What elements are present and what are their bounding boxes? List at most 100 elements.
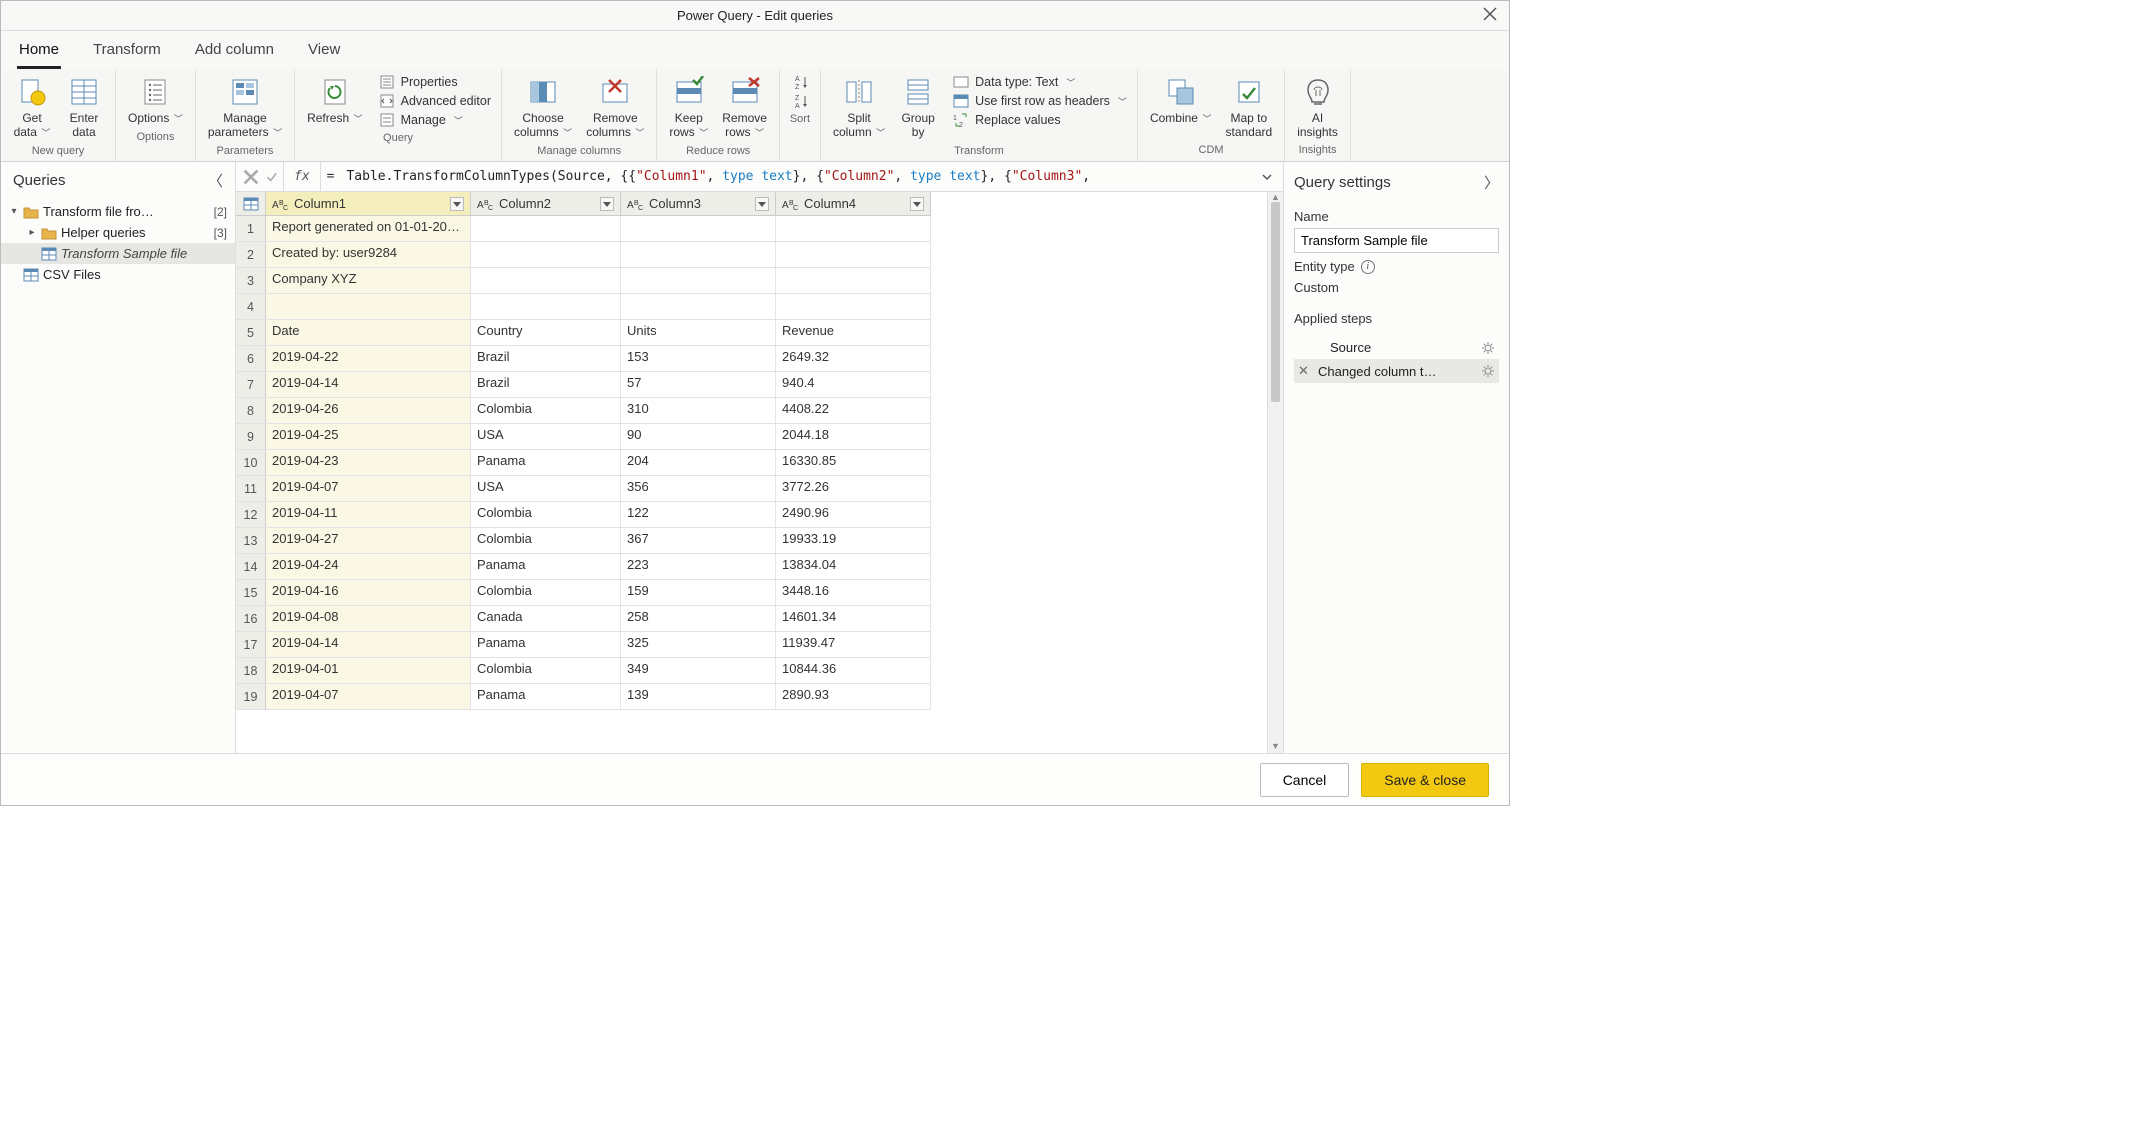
- table-row[interactable]: 112019-04-07USA3563772.26: [236, 476, 931, 502]
- row-number[interactable]: 18: [236, 658, 266, 683]
- type-text-icon[interactable]: ABC: [272, 197, 290, 211]
- query-name-input[interactable]: [1294, 228, 1499, 253]
- cell[interactable]: Panama: [471, 632, 621, 657]
- cell[interactable]: Colombia: [471, 580, 621, 605]
- column-header-column3[interactable]: ABCColumn3: [621, 192, 776, 215]
- cell[interactable]: 2044.18: [776, 424, 931, 449]
- table-row[interactable]: 172019-04-14Panama32511939.47: [236, 632, 931, 658]
- expand-icon[interactable]: ▸: [27, 227, 37, 238]
- table-row[interactable]: 192019-04-07Panama1392890.93: [236, 684, 931, 710]
- tab-add-column[interactable]: Add column: [193, 37, 276, 69]
- cell[interactable]: USA: [471, 424, 621, 449]
- row-number[interactable]: 8: [236, 398, 266, 423]
- cell[interactable]: [471, 268, 621, 293]
- manage-query-button[interactable]: Manage﹀: [375, 111, 495, 129]
- cell[interactable]: Created by: user9284: [266, 242, 471, 267]
- folder-helper-queries[interactable]: ▸Helper queries[3]: [1, 222, 235, 243]
- row-number[interactable]: 19: [236, 684, 266, 709]
- cell[interactable]: 13834.04: [776, 554, 931, 579]
- properties-button[interactable]: Properties: [375, 73, 495, 91]
- cell[interactable]: 2019-04-01: [266, 658, 471, 683]
- column-header-column4[interactable]: ABCColumn4: [776, 192, 931, 215]
- table-row[interactable]: 82019-04-26Colombia3104408.22: [236, 398, 931, 424]
- column-filter-icon[interactable]: [450, 197, 464, 211]
- cell[interactable]: [776, 242, 931, 267]
- cell[interactable]: 940.4: [776, 372, 931, 397]
- cell[interactable]: 2019-04-14: [266, 372, 471, 397]
- cell[interactable]: 2019-04-11: [266, 502, 471, 527]
- tab-home[interactable]: Home: [17, 37, 61, 69]
- table-row[interactable]: 92019-04-25USA902044.18: [236, 424, 931, 450]
- replace-values-button[interactable]: 12Replace values: [949, 111, 1131, 129]
- cell[interactable]: 2649.32: [776, 346, 931, 371]
- cell[interactable]: 2019-04-08: [266, 606, 471, 631]
- expand-settings-icon[interactable]: 〉: [1484, 172, 1499, 193]
- collapse-queries-icon[interactable]: 〈: [208, 170, 223, 191]
- refresh-button[interactable]: Refresh ﹀: [301, 73, 369, 128]
- cell[interactable]: 139: [621, 684, 776, 709]
- cell[interactable]: [471, 294, 621, 319]
- scroll-down-icon[interactable]: ▼: [1268, 741, 1283, 753]
- type-text-icon[interactable]: ABC: [477, 197, 495, 211]
- cell[interactable]: USA: [471, 476, 621, 501]
- cell[interactable]: 204: [621, 450, 776, 475]
- cell[interactable]: 310: [621, 398, 776, 423]
- cell[interactable]: 57: [621, 372, 776, 397]
- choose-columns-button[interactable]: Choosecolumns ﹀: [508, 73, 578, 142]
- cell[interactable]: Date: [266, 320, 471, 345]
- table-row[interactable]: 162019-04-08Canada25814601.34: [236, 606, 931, 632]
- cell[interactable]: 3772.26: [776, 476, 931, 501]
- column-header-column1[interactable]: ABCColumn1: [266, 192, 471, 215]
- cell[interactable]: [266, 294, 471, 319]
- cell[interactable]: 14601.34: [776, 606, 931, 631]
- cell[interactable]: 2019-04-07: [266, 476, 471, 501]
- applied-step[interactable]: Source: [1294, 336, 1499, 359]
- cell[interactable]: 2019-04-07: [266, 684, 471, 709]
- keep-rows-button[interactable]: Keeprows ﹀: [663, 73, 714, 142]
- column-filter-icon[interactable]: [755, 197, 769, 211]
- data-grid[interactable]: ABCColumn1ABCColumn2ABCColumn3ABCColumn4…: [236, 192, 931, 753]
- cell[interactable]: 3448.16: [776, 580, 931, 605]
- column-filter-icon[interactable]: [600, 197, 614, 211]
- cell[interactable]: Panama: [471, 450, 621, 475]
- ai-insights-button[interactable]: AIinsights: [1291, 73, 1344, 141]
- cell[interactable]: 19933.19: [776, 528, 931, 553]
- sort-desc-button[interactable]: ZA: [790, 92, 814, 110]
- cell[interactable]: 16330.85: [776, 450, 931, 475]
- cell[interactable]: 356: [621, 476, 776, 501]
- scroll-thumb[interactable]: [1271, 202, 1280, 402]
- row-number[interactable]: 7: [236, 372, 266, 397]
- remove-columns-button[interactable]: Removecolumns ﹀: [580, 73, 650, 142]
- type-text-icon[interactable]: ABC: [782, 197, 800, 211]
- cancel-button[interactable]: Cancel: [1260, 763, 1350, 797]
- table-row[interactable]: 4: [236, 294, 931, 320]
- vertical-scrollbar[interactable]: ▲ ▼: [1267, 192, 1283, 753]
- remove-rows-button[interactable]: Removerows ﹀: [716, 73, 773, 142]
- folder-transform-file-from[interactable]: ▾Transform file fro…[2]: [1, 201, 235, 222]
- formula-cancel-icon[interactable]: [242, 168, 260, 186]
- cell[interactable]: Revenue: [776, 320, 931, 345]
- cell[interactable]: 367: [621, 528, 776, 553]
- cell[interactable]: 2019-04-24: [266, 554, 471, 579]
- table-row[interactable]: 132019-04-27Colombia36719933.19: [236, 528, 931, 554]
- cell[interactable]: 2019-04-26: [266, 398, 471, 423]
- first-row-headers-button[interactable]: Use first row as headers﹀: [949, 92, 1131, 110]
- cell[interactable]: Brazil: [471, 372, 621, 397]
- cell[interactable]: [621, 294, 776, 319]
- data-type-button[interactable]: Data type: Text﹀: [949, 73, 1131, 91]
- cell[interactable]: 11939.47: [776, 632, 931, 657]
- sort-asc-button[interactable]: AZ: [790, 73, 814, 91]
- row-number[interactable]: 15: [236, 580, 266, 605]
- get-data-button[interactable]: Getdata ﹀: [7, 73, 57, 142]
- cell[interactable]: [776, 268, 931, 293]
- cell[interactable]: 153: [621, 346, 776, 371]
- row-number[interactable]: 4: [236, 294, 266, 319]
- formula-expand-icon[interactable]: [1257, 172, 1277, 182]
- row-number[interactable]: 10: [236, 450, 266, 475]
- table-row[interactable]: 2Created by: user9284: [236, 242, 931, 268]
- cell[interactable]: 349: [621, 658, 776, 683]
- formula-commit-icon[interactable]: [266, 162, 284, 191]
- cell[interactable]: 258: [621, 606, 776, 631]
- row-number[interactable]: 16: [236, 606, 266, 631]
- cell[interactable]: [776, 216, 931, 241]
